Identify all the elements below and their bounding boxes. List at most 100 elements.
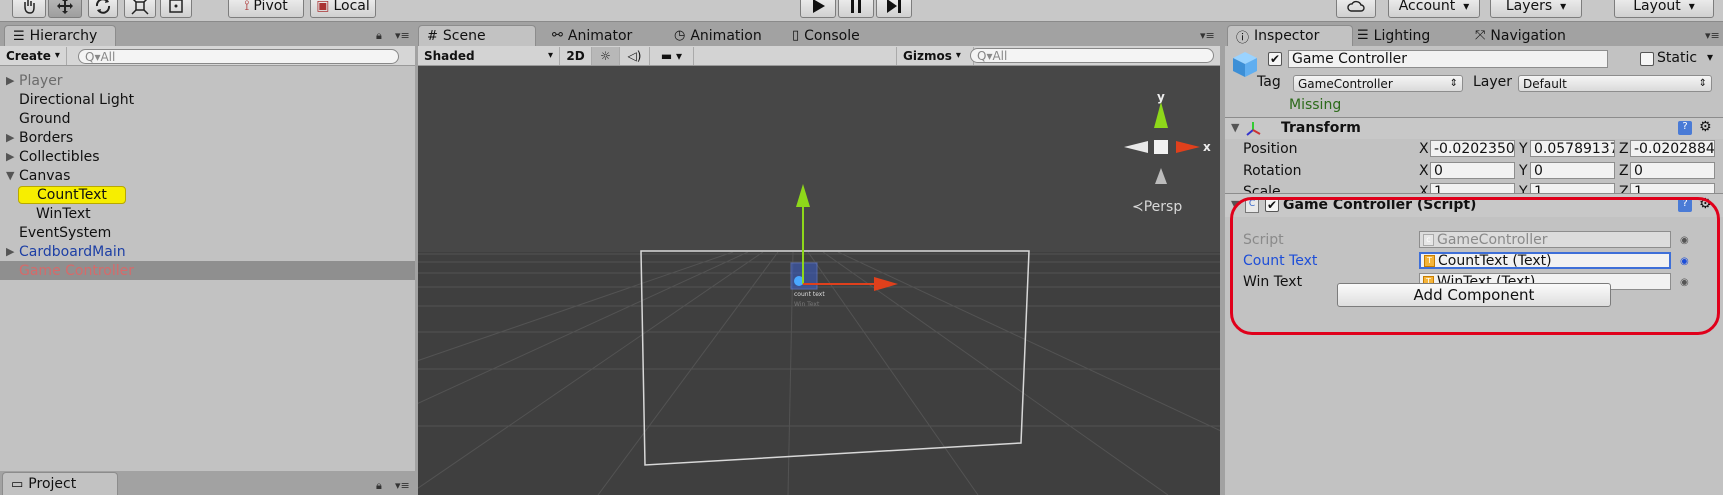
transform-y-field[interactable]: 0 (1530, 162, 1615, 179)
gameobject-cube-icon (1231, 50, 1259, 78)
static-checkbox[interactable] (1640, 52, 1654, 66)
scale-tool-button[interactable] (124, 0, 156, 18)
audio-toggle[interactable]: ◁) (620, 46, 650, 65)
tab-animator[interactable]: ⚯ Animator (544, 25, 640, 46)
rotate-tool-button[interactable] (88, 0, 118, 18)
tab-lighting[interactable]: ☰ Lighting (1349, 25, 1438, 46)
rotate-icon (95, 0, 111, 14)
text-component-icon: T (1424, 254, 1435, 267)
transform-x-field[interactable]: 0 (1430, 162, 1515, 179)
add-component-button[interactable]: Add Component (1337, 283, 1611, 307)
panel-menu-icon[interactable]: ▾≡ (395, 29, 410, 42)
tab-hierarchy[interactable]: ☰ Hierarchy (4, 25, 116, 46)
scene-tabbar: # Scene ⚯ Animator ◷ Animation ▯ Console… (418, 22, 1220, 46)
collapsed-arrow-icon[interactable]: ▶ (6, 245, 14, 258)
hierarchy-item[interactable]: ▶ Collectibles (0, 147, 415, 166)
script-component-header[interactable]: ▼ C ✔ Game Controller (Script) ? ⚙ (1225, 193, 1723, 217)
project-lock-icon[interactable]: 🔒︎ (376, 479, 382, 493)
expanded-arrow-icon[interactable]: ▼ (6, 169, 14, 182)
pivot-toggle[interactable]: ⟟ Pivot (228, 0, 304, 18)
hierarchy-item[interactable]: ▶ Player (0, 71, 415, 90)
hierarchy-item[interactable]: ▼ Canvas (0, 166, 415, 185)
script-field-label: Count Text (1243, 253, 1318, 269)
play-button[interactable] (800, 0, 836, 18)
layout-dropdown[interactable]: Layout (1614, 0, 1714, 18)
script-object-field[interactable]: T CountText (Text) (1419, 252, 1671, 269)
scene-search-input[interactable]: Q▾All (970, 48, 1214, 63)
hierarchy-item[interactable]: ▶ Borders (0, 128, 415, 147)
transform-y-field[interactable]: 0.05789137 (1530, 140, 1615, 157)
hierarchy-item[interactable]: Ground (0, 109, 415, 128)
collapsed-arrow-icon[interactable]: ▶ (6, 131, 14, 144)
help-book-icon[interactable]: ? (1678, 121, 1692, 135)
inspector-panel-menu-icon[interactable]: ▾≡ (1705, 29, 1720, 42)
shading-dropdown[interactable]: Shaded ▾ (418, 46, 560, 65)
hand-icon (24, 0, 35, 14)
transform-x-field[interactable]: -0.0202350 (1430, 140, 1515, 157)
transform-row-rotation: Rotation X 0 Y 0 Z 0 (1225, 161, 1723, 181)
layer-dropdown[interactable]: Default (1518, 75, 1712, 92)
hierarchy-item-label: EventSystem (19, 224, 112, 241)
collapsed-arrow-icon[interactable]: ▶ (6, 74, 14, 87)
cloud-button[interactable] (1336, 0, 1376, 18)
account-dropdown[interactable]: Account (1388, 0, 1480, 18)
tab-inspector[interactable]: ⓘ Inspector (1227, 25, 1353, 46)
active-checkbox[interactable]: ✔ (1268, 52, 1282, 66)
transform-header[interactable]: ▼ Transform ? ⚙ (1225, 117, 1723, 139)
project-panel-header: ▭ Project 🔒︎ ▾≡ (0, 471, 415, 495)
create-dropdown[interactable]: Create ▾ (0, 46, 67, 65)
tab-console[interactable]: ▯ Console (784, 25, 868, 46)
object-picker-icon[interactable]: ◉ (1680, 256, 1689, 267)
step-button[interactable] (876, 0, 912, 18)
project-panel-menu-icon[interactable]: ▾≡ (395, 479, 410, 492)
tab-scene[interactable]: # Scene (418, 25, 536, 46)
script-field-row: Script c GameController ◉ (1225, 230, 1723, 250)
toggle-2d-button[interactable]: 2D (560, 46, 592, 65)
tab-navigation[interactable]: ⤧ Navigation (1467, 25, 1574, 46)
hierarchy-item[interactable]: WinText (0, 204, 415, 223)
effects-dropdown[interactable]: ▬ ▾ (650, 46, 694, 65)
local-toggle[interactable]: ▣ Local (310, 0, 376, 18)
scene-panel-menu-icon[interactable]: ▾≡ (1200, 29, 1215, 42)
hierarchy-search-input[interactable]: Q▾All (78, 49, 399, 64)
script-help-icon[interactable]: ? (1678, 198, 1692, 212)
transform-z-field[interactable]: 0 (1630, 162, 1715, 179)
gizmo-center-cube[interactable] (1154, 140, 1168, 154)
transform-z-field[interactable]: -0.0202884 (1630, 140, 1715, 157)
hand-tool-button[interactable] (12, 0, 46, 18)
tag-dropdown[interactable]: GameController (1293, 75, 1463, 92)
gizmos-dropdown[interactable]: Gizmos ▾ (896, 46, 974, 65)
object-picker-icon[interactable]: ◉ (1680, 277, 1689, 288)
pause-button[interactable] (838, 0, 874, 18)
lighting-icon: ☰ (1357, 28, 1369, 43)
hierarchy-search-placeholder: Q▾All (85, 49, 116, 64)
transform-axes-icon (1243, 119, 1263, 139)
scene-viewport[interactable]: count text Win Text y x ≺Persp (418, 66, 1220, 495)
lighting-toggle[interactable]: ☼ (592, 46, 620, 65)
hierarchy-item[interactable]: CountText (0, 185, 415, 204)
layer-label: Layer (1473, 74, 1513, 90)
hierarchy-item[interactable]: ▶ CardboardMain (0, 242, 415, 261)
script-enabled-checkbox[interactable]: ✔ (1265, 198, 1279, 212)
static-dropdown-icon[interactable]: ▾ (1707, 50, 1713, 64)
tab-project[interactable]: ▭ Project (2, 472, 118, 495)
hierarchy-item[interactable]: Directional Light (0, 90, 415, 109)
rect-tool-button[interactable] (160, 0, 192, 18)
script-field-value: GameController (1437, 231, 1548, 248)
collapsed-arrow-icon[interactable]: ▶ (6, 150, 14, 163)
hierarchy-item-label: CountText (18, 185, 126, 204)
object-name-field[interactable]: Game Controller (1288, 50, 1608, 68)
hierarchy-item[interactable]: EventSystem (0, 223, 415, 242)
persp-label[interactable]: ≺Persp (1132, 199, 1182, 215)
move-tool-button[interactable] (48, 0, 82, 18)
hierarchy-item[interactable]: Game Controller (0, 261, 415, 280)
script-collapse-arrow-icon[interactable]: ▼ (1231, 198, 1239, 211)
tab-animation[interactable]: ◷ Animation (666, 25, 770, 46)
collapse-arrow-icon[interactable]: ▼ (1231, 121, 1239, 134)
lock-icon[interactable]: 🔒︎ (376, 29, 382, 43)
gear-icon[interactable]: ⚙ (1699, 119, 1712, 135)
object-picker-icon[interactable]: ◉ (1680, 235, 1689, 246)
script-gear-icon[interactable]: ⚙ (1699, 196, 1712, 212)
layers-dropdown[interactable]: Layers (1490, 0, 1582, 18)
info-icon: ⓘ (1236, 30, 1250, 46)
